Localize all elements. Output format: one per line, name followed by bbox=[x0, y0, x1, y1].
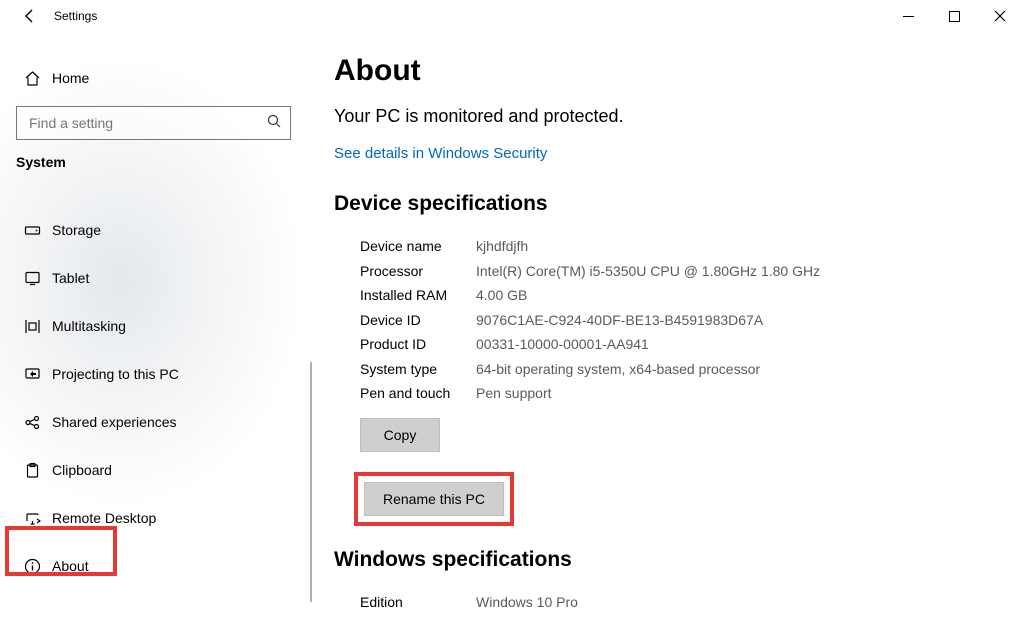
spec-value: Windows 10 Pro bbox=[476, 590, 578, 615]
sidebar-item-about[interactable]: About bbox=[0, 542, 310, 590]
search-input[interactable] bbox=[27, 114, 266, 132]
spec-row: Edition Windows 10 Pro bbox=[360, 590, 1023, 615]
spec-row: Product ID 00331-10000-00001-AA941 bbox=[360, 332, 1023, 357]
clipboard-icon bbox=[24, 462, 52, 479]
close-button[interactable] bbox=[977, 0, 1023, 32]
device-specifications-header: Device specifications bbox=[334, 192, 1023, 216]
sidebar-item-label: Home bbox=[52, 70, 89, 86]
arrow-left-icon bbox=[22, 8, 38, 24]
tablet-icon bbox=[24, 270, 52, 287]
spec-label: Edition bbox=[360, 590, 476, 615]
spec-row: Processor Intel(R) Core(TM) i5-5350U CPU… bbox=[360, 259, 1023, 284]
sidebar-item-storage[interactable]: Storage bbox=[0, 206, 310, 254]
spec-label: Installed RAM bbox=[360, 283, 476, 308]
sidebar-item-tablet[interactable]: Tablet bbox=[0, 254, 310, 302]
spec-row: Pen and touch Pen support bbox=[360, 381, 1023, 406]
windows-specifications-header: Windows specifications bbox=[334, 548, 1023, 572]
search-icon bbox=[266, 113, 282, 134]
spec-value: Intel(R) Core(TM) i5-5350U CPU @ 1.80GHz… bbox=[476, 259, 820, 284]
spec-row: System type 64-bit operating system, x64… bbox=[360, 357, 1023, 382]
spec-row: Device name kjhdfdjfh bbox=[360, 234, 1023, 259]
sidebar-item-label: Remote Desktop bbox=[52, 510, 156, 526]
sidebar-item-remote-desktop[interactable]: Remote Desktop bbox=[0, 494, 310, 542]
home-icon bbox=[24, 70, 52, 87]
search-input-wrap[interactable] bbox=[16, 106, 291, 140]
projecting-icon bbox=[24, 366, 52, 383]
close-icon bbox=[994, 10, 1006, 22]
spec-label: Product ID bbox=[360, 332, 476, 357]
title-bar: Settings bbox=[0, 0, 1023, 32]
spec-label: Device ID bbox=[360, 308, 476, 333]
minimize-icon bbox=[903, 11, 914, 22]
spec-label: Processor bbox=[360, 259, 476, 284]
sidebar-item-projecting[interactable]: Projecting to this PC bbox=[0, 350, 310, 398]
sidebar-item-label: Tablet bbox=[52, 270, 89, 286]
maximize-icon bbox=[949, 11, 960, 22]
shared-experiences-icon bbox=[24, 414, 52, 431]
spec-value: 4.00 GB bbox=[476, 283, 527, 308]
spec-label: System type bbox=[360, 357, 476, 382]
sidebar-item-home[interactable]: Home bbox=[0, 54, 310, 102]
window-controls bbox=[885, 0, 1023, 32]
remote-desktop-icon bbox=[24, 510, 52, 527]
maximize-button[interactable] bbox=[931, 0, 977, 32]
spec-row: Installed RAM 4.00 GB bbox=[360, 283, 1023, 308]
spec-label: Pen and touch bbox=[360, 381, 476, 406]
device-spec-table: Device name kjhdfdjfh Processor Intel(R)… bbox=[360, 234, 1023, 406]
scroll-indicator[interactable] bbox=[310, 362, 312, 602]
spec-label: Device name bbox=[360, 234, 476, 259]
sidebar-item-shared-experiences[interactable]: Shared experiences bbox=[0, 398, 310, 446]
storage-icon bbox=[24, 222, 52, 239]
sidebar-item-label: Shared experiences bbox=[52, 414, 177, 430]
main-content: About Your PC is monitored and protected… bbox=[310, 32, 1023, 618]
sidebar-item-label: About bbox=[52, 558, 89, 574]
rename-highlight-box: Rename this PC bbox=[354, 472, 514, 526]
sidebar-item-label: Projecting to this PC bbox=[52, 366, 179, 382]
sidebar-item-label: Clipboard bbox=[52, 462, 112, 478]
spec-value: 00331-10000-00001-AA941 bbox=[476, 332, 649, 357]
info-icon bbox=[24, 558, 52, 575]
minimize-button[interactable] bbox=[885, 0, 931, 32]
sidebar-item-label: Storage bbox=[52, 222, 101, 238]
rename-pc-button[interactable]: Rename this PC bbox=[364, 482, 504, 516]
spec-row: Device ID 9076C1AE-C924-40DF-BE13-B45919… bbox=[360, 308, 1023, 333]
sidebar-section-label: System bbox=[0, 154, 310, 170]
window-title: Settings bbox=[50, 9, 97, 23]
spec-value: 9076C1AE-C924-40DF-BE13-B4591983D67A bbox=[476, 308, 763, 333]
windows-security-link[interactable]: See details in Windows Security bbox=[334, 145, 547, 162]
spec-value: Pen support bbox=[476, 381, 552, 406]
sidebar: Home System Storage bbox=[0, 32, 310, 618]
sidebar-item-clipboard[interactable]: Clipboard bbox=[0, 446, 310, 494]
protected-status-text: Your PC is monitored and protected. bbox=[334, 106, 1023, 127]
back-button[interactable] bbox=[10, 8, 50, 24]
copy-button[interactable]: Copy bbox=[360, 418, 440, 452]
spec-value: 64-bit operating system, x64-based proce… bbox=[476, 357, 760, 382]
page-title: About bbox=[334, 54, 1023, 88]
sidebar-item-multitasking[interactable]: Multitasking bbox=[0, 302, 310, 350]
spec-value: kjhdfdjfh bbox=[476, 234, 528, 259]
multitasking-icon bbox=[24, 318, 52, 335]
sidebar-item-label: Multitasking bbox=[52, 318, 126, 334]
